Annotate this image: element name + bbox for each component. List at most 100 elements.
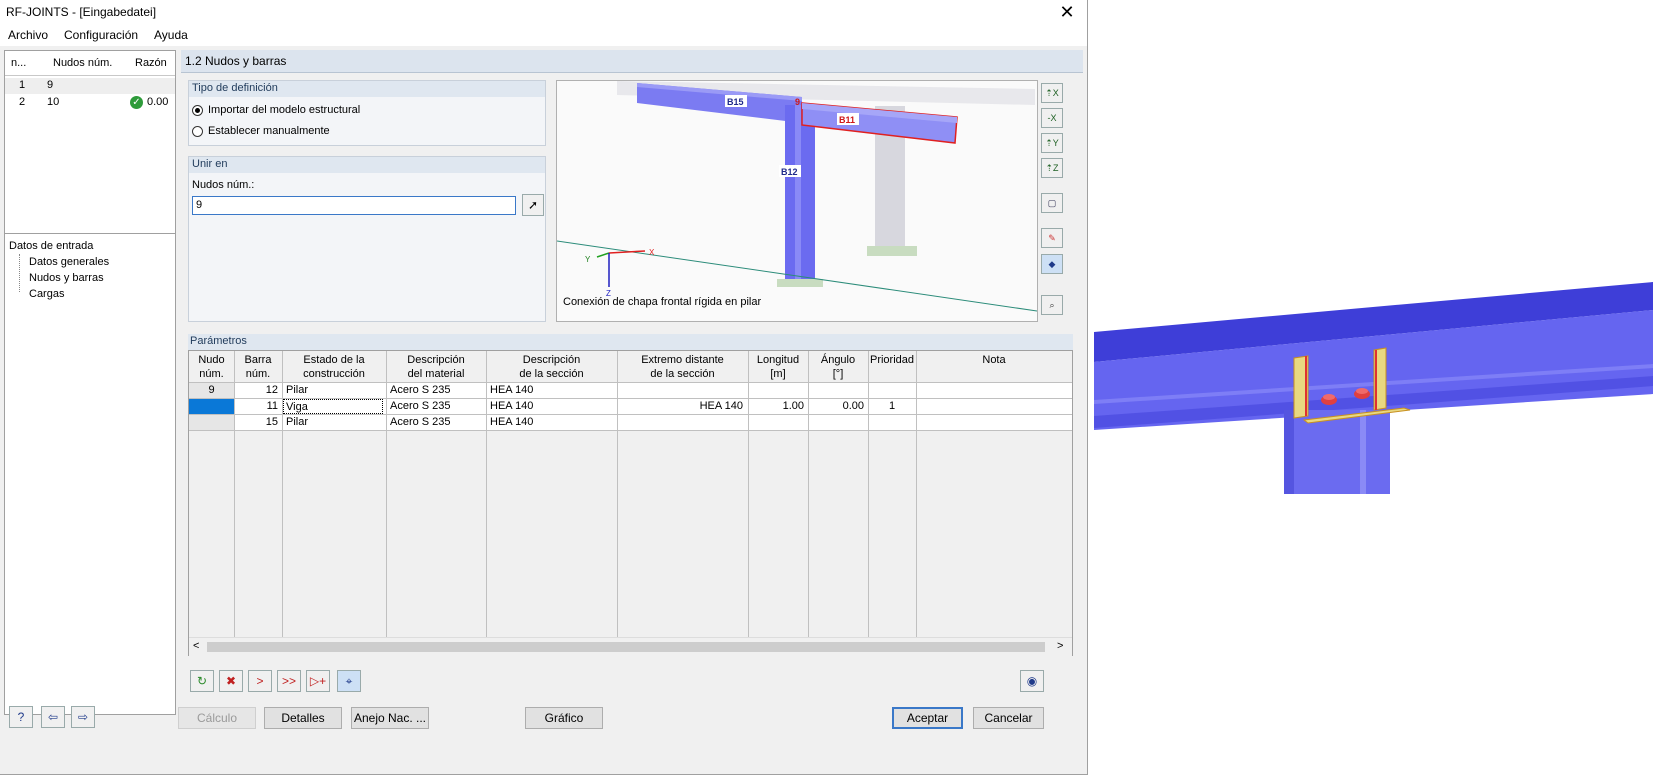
view-z-icon[interactable]: ⇡Z <box>1041 158 1063 178</box>
cell-member[interactable]: 11 <box>234 399 278 414</box>
y-axis <box>596 252 610 258</box>
pick-node-icon[interactable]: ➚ <box>522 194 544 216</box>
joint-preview: X Y Z B15 B11 B12 9 Conexión de chapa fr… <box>556 80 1038 322</box>
radio-manual[interactable] <box>192 126 203 137</box>
col-header-ratio[interactable]: Razón <box>135 57 167 69</box>
col-header-nodes[interactable]: Nudos núm. <box>53 57 112 69</box>
header-divider <box>5 75 175 76</box>
parameters-title: Parámetros <box>190 335 247 347</box>
refresh-icon[interactable]: ↻ <box>190 670 214 692</box>
cell-material[interactable]: Acero S 235 <box>390 415 451 430</box>
menu-ayuda[interactable]: Ayuda <box>154 28 188 42</box>
view-eye-icon[interactable]: ◉ <box>1020 670 1044 692</box>
col-header[interactable]: Extremo distante de la sección <box>617 353 748 381</box>
scroll-thumb[interactable] <box>207 642 1045 652</box>
col-header-no[interactable]: n... <box>11 57 26 69</box>
col-header[interactable]: Estado de la construcción <box>282 353 386 381</box>
ok-button[interactable]: Aceptar <box>892 707 963 729</box>
label-b12: B12 <box>781 167 798 177</box>
radio-manual-label[interactable]: Establecer manualmente <box>208 125 330 137</box>
graphic-button[interactable]: Gráfico <box>525 707 603 729</box>
nodes-input-value: 9 <box>196 199 203 211</box>
cell-angle[interactable]: 0.00 <box>808 399 864 414</box>
import-icon[interactable]: ⇦ <box>41 706 65 728</box>
export-icon[interactable]: ⇨ <box>71 706 95 728</box>
cell-material[interactable]: Acero S 235 <box>390 399 451 414</box>
section-header: 1.2 Nudos y barras <box>181 50 1083 73</box>
national-annex-button[interactable]: Anejo Nac. ... <box>351 707 429 729</box>
cell-section[interactable]: HEA 140 <box>490 399 533 414</box>
grid-line <box>617 351 618 637</box>
menu-archivo[interactable]: Archivo <box>8 28 48 42</box>
col-header[interactable]: Descripción de la sección <box>486 353 617 381</box>
grid-line <box>282 351 283 637</box>
col-header[interactable]: Longitud [m] <box>748 353 808 381</box>
grid-line <box>189 430 1072 431</box>
col-header[interactable]: Nota <box>916 353 1072 367</box>
row-header-cell[interactable] <box>189 415 234 430</box>
column-web <box>795 105 801 283</box>
column-flange-edge <box>1284 410 1294 494</box>
joint-3d-view: X Y Z B15 B11 B12 9 Conexión de chapa fr… <box>557 81 1037 312</box>
cell-member[interactable]: 12 <box>234 383 278 398</box>
view-y-icon[interactable]: ⇡Y <box>1041 133 1063 153</box>
col-header[interactable]: Prioridad <box>868 353 916 367</box>
row-header-cell-selected[interactable] <box>189 399 234 414</box>
cell-length[interactable]: 1.00 <box>748 399 804 414</box>
horizontal-scrollbar[interactable]: < > <box>189 637 1072 656</box>
menu-configuracion[interactable]: Configuración <box>64 28 138 42</box>
next-icon[interactable]: > <box>248 670 272 692</box>
solid-view-icon[interactable]: ◆ <box>1041 254 1063 274</box>
window-title: RF-JOINTS - [Eingabedatei] <box>6 5 157 19</box>
section-title: 1.2 Nudos y barras <box>185 54 287 68</box>
cell-material[interactable]: Acero S 235 <box>390 383 451 398</box>
connect-at-group: Unir en Nudos núm.: 9 ➚ <box>188 156 546 322</box>
help-icon[interactable]: ? <box>9 706 33 728</box>
radio-import-label[interactable]: Importar del modelo estructural <box>208 104 360 116</box>
cell-state[interactable]: Pilar <box>286 415 308 430</box>
isometric-view-icon[interactable]: ▢ <box>1041 193 1063 213</box>
joint-nodes: 10 <box>47 96 60 108</box>
col-header[interactable]: Ángulo [°] <box>808 353 868 381</box>
joint-row[interactable]: 2 10 ✓ 0.00 <box>5 95 175 111</box>
close-icon[interactable]: ✕ <box>1057 2 1077 22</box>
grid-line <box>189 414 1072 415</box>
cell-section[interactable]: HEA 140 <box>490 415 533 430</box>
navigator-tree: Datos de entrada Datos generales Nudos y… <box>5 233 175 714</box>
details-button[interactable]: Detalles <box>264 707 342 729</box>
radio-import[interactable] <box>192 105 203 116</box>
col-header[interactable]: Barra núm. <box>234 353 282 381</box>
cell-priority[interactable]: 1 <box>868 399 916 414</box>
nav-root[interactable]: Datos de entrada <box>9 240 93 252</box>
cell-state[interactable]: Pilar <box>286 383 308 398</box>
col-header[interactable]: Nudo núm. <box>189 353 234 381</box>
cell-far-end[interactable]: HEA 140 <box>617 399 743 414</box>
nav-item-cargas[interactable]: Cargas <box>29 288 64 300</box>
scroll-left-icon[interactable]: < <box>193 640 199 652</box>
scroll-right-icon[interactable]: > <box>1057 640 1063 652</box>
joint-row[interactable]: 1 9 <box>5 78 175 94</box>
pick-graphic-icon[interactable]: ⌖ <box>337 670 361 692</box>
nav-item-datos-generales[interactable]: Datos generales <box>29 256 109 268</box>
col-header[interactable]: Descripción del material <box>386 353 486 381</box>
render-mode-icon[interactable]: ✎ <box>1041 228 1063 248</box>
delete-icon[interactable]: ✖ <box>219 670 243 692</box>
column-base-plate <box>777 279 823 287</box>
row-header-cell[interactable]: 9 <box>189 383 234 398</box>
label-node: 9 <box>795 97 800 107</box>
view-minus-x-icon[interactable]: -X <box>1041 108 1063 128</box>
nodes-input[interactable]: 9 <box>192 196 516 215</box>
cell-state[interactable]: Viga <box>283 399 383 414</box>
view-x-icon[interactable]: ⇡X <box>1041 83 1063 103</box>
insert-icon[interactable]: ▷+ <box>306 670 330 692</box>
last-icon[interactable]: >> <box>277 670 301 692</box>
cell-section[interactable]: HEA 140 <box>490 383 533 398</box>
cell-member[interactable]: 15 <box>234 415 278 430</box>
preview-caption: Conexión de chapa frontal rígida en pila… <box>563 296 761 308</box>
nav-item-nudos-y-barras[interactable]: Nudos y barras <box>29 272 104 284</box>
zoom-reset-icon[interactable]: ⌕ <box>1041 295 1063 315</box>
calc-button[interactable]: Cálculo <box>178 707 256 729</box>
label-b11: B11 <box>839 115 855 125</box>
joints-panel: n... Nudos núm. Razón 1 9 2 10 ✓ 0.00 Da… <box>4 50 176 715</box>
cancel-button[interactable]: Cancelar <box>973 707 1044 729</box>
